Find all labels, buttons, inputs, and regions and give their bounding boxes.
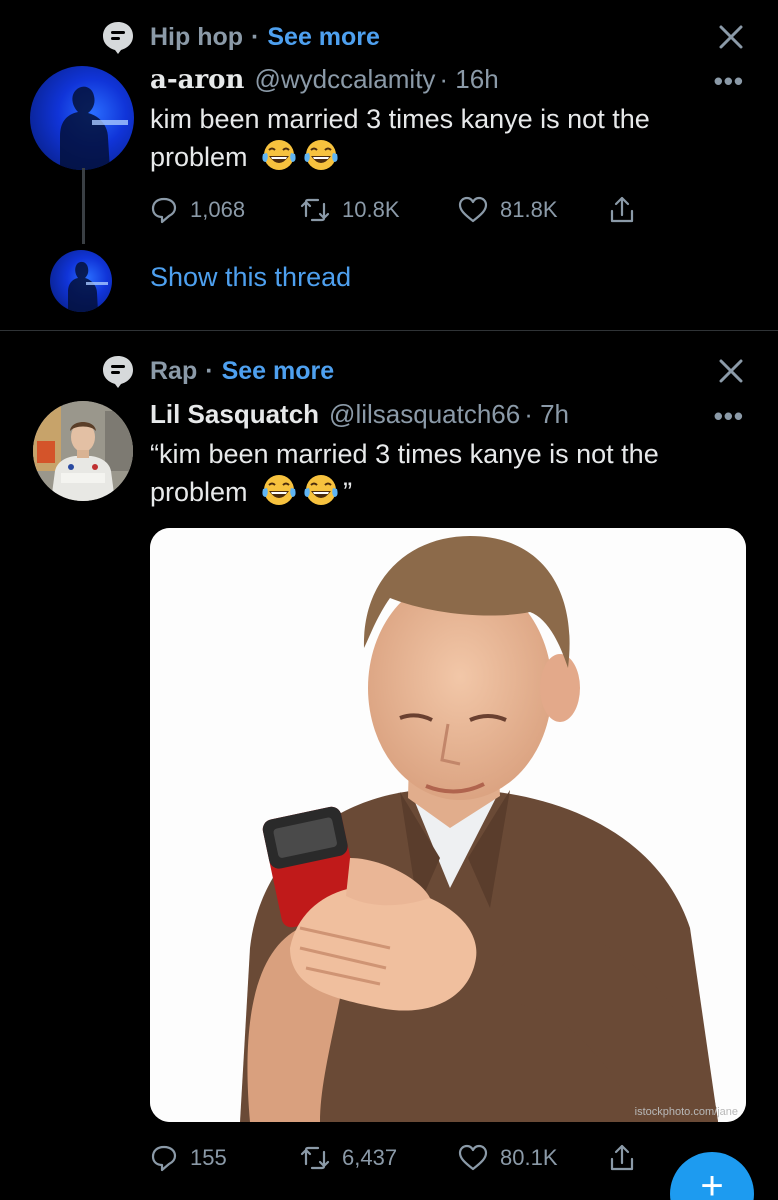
handle[interactable]: @wydccalamity [254, 64, 435, 95]
tweet-2[interactable]: Rap · See more Lil Sasquatch @lilsasquat… [0, 331, 778, 1200]
thread-connector [82, 168, 85, 244]
plus-icon: + [700, 1164, 724, 1200]
topic-icon [100, 19, 136, 55]
share-button[interactable] [608, 1143, 648, 1173]
laughing-emoji-icon [261, 473, 297, 507]
retweet-icon [300, 1146, 330, 1170]
timestamp[interactable]: · 7h [524, 399, 569, 430]
retweet-button[interactable]: 6,437 [300, 1144, 458, 1172]
reply-count: 1,068 [190, 197, 246, 222]
tweet-media-image[interactable]: istockphoto.com/jane [150, 528, 746, 1122]
close-icon[interactable] [714, 354, 748, 388]
laughing-emoji-icon [303, 473, 339, 507]
action-bar: 155 6,437 80.1K [150, 1138, 648, 1178]
heart-icon [458, 196, 488, 223]
timestamp[interactable]: · 16h [439, 64, 498, 95]
share-icon [610, 1144, 634, 1171]
thread-avatar[interactable] [50, 250, 112, 312]
image-watermark: istockphoto.com/jane [634, 1106, 738, 1118]
name-row: Lil Sasquatch @lilsasquatch66 · 7h [150, 399, 569, 430]
more-options-icon[interactable]: ••• [714, 401, 744, 432]
closing-quote: ” [343, 477, 353, 507]
laughing-emoji-icon [261, 138, 297, 172]
like-button[interactable]: 81.8K [458, 196, 608, 224]
tweet-text: kim been married 3 times kanye is not th… [150, 100, 750, 176]
retweet-button[interactable]: 10.8K [300, 196, 458, 224]
like-button[interactable]: 80.1K [458, 1144, 608, 1172]
topic-name[interactable]: Hip hop [150, 23, 243, 52]
share-icon [610, 196, 634, 223]
see-more-link[interactable]: See more [222, 357, 335, 386]
show-thread-link[interactable]: Show this thread [150, 262, 351, 293]
handle[interactable]: @lilsasquatch66 [329, 399, 520, 430]
reply-count: 155 [190, 1145, 227, 1170]
like-count: 81.8K [500, 197, 558, 222]
avatar[interactable] [33, 401, 133, 501]
more-options-icon[interactable]: ••• [714, 66, 744, 97]
topic-row: Hip hop · See more [100, 17, 380, 57]
avatar[interactable] [30, 66, 134, 170]
reply-button[interactable]: 155 [150, 1144, 300, 1172]
topic-icon [100, 353, 136, 389]
tweet-text-body: kim been married 3 times kanye is not th… [150, 104, 650, 172]
reply-button[interactable]: 1,068 [150, 196, 300, 224]
retweet-icon [300, 198, 330, 222]
name-row: a-aron @wydccalamity · 16h [150, 64, 499, 95]
display-name[interactable]: Lil Sasquatch [150, 399, 319, 430]
heart-icon [458, 1144, 488, 1171]
laughing-emoji-icon [303, 138, 339, 172]
reply-icon [151, 1145, 177, 1172]
tweet-text-body: “kim been married 3 times kanye is not t… [150, 439, 659, 507]
topic-row: Rap · See more [100, 351, 334, 391]
see-more-link[interactable]: See more [267, 23, 380, 52]
tweet-text: “kim been married 3 times kanye is not t… [150, 435, 760, 511]
display-name[interactable]: a-aron [150, 65, 244, 95]
reply-icon [151, 197, 177, 224]
topic-separator: · [251, 22, 260, 51]
topic-separator: · [205, 356, 214, 385]
share-button[interactable] [608, 195, 648, 225]
tweet-1[interactable]: Hip hop · See more a-aron @wydccalamity … [0, 0, 778, 330]
retweet-count: 6,437 [342, 1145, 398, 1170]
like-count: 80.1K [500, 1145, 558, 1170]
topic-name[interactable]: Rap [150, 357, 197, 386]
action-bar: 1,068 10.8K 81.8K [150, 190, 648, 230]
retweet-count: 10.8K [342, 197, 400, 222]
close-icon[interactable] [714, 20, 748, 54]
